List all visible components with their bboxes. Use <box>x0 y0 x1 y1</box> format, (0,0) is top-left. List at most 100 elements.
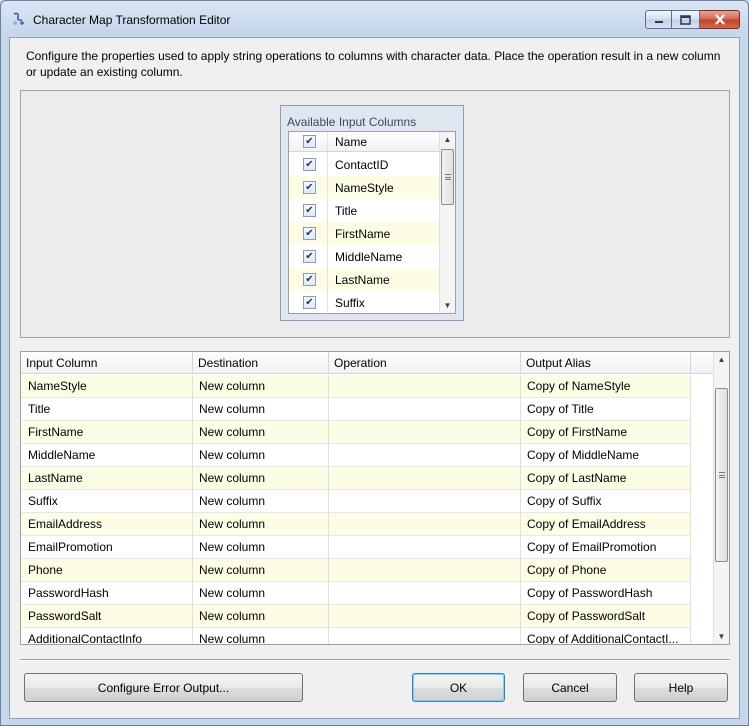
cell-operation[interactable] <box>329 375 521 398</box>
table-row[interactable]: EmailPromotion New column Copy of EmailP… <box>21 536 691 559</box>
cell-output-alias[interactable]: Copy of Suffix <box>521 490 691 513</box>
cell-destination[interactable]: New column <box>193 582 329 605</box>
cell-operation[interactable] <box>329 559 521 582</box>
cell-input-column[interactable]: PasswordSalt <box>21 605 193 628</box>
cell-output-alias[interactable]: Copy of Title <box>521 398 691 421</box>
cell-input-column[interactable]: MiddleName <box>21 444 193 467</box>
dialog-client: Configure the properties used to apply s… <box>9 37 740 719</box>
table-row[interactable]: EmailAddress New column Copy of EmailAdd… <box>21 513 691 536</box>
cell-output-alias[interactable]: Copy of Phone <box>521 559 691 582</box>
cell-destination[interactable]: New column <box>193 444 329 467</box>
cell-output-alias[interactable]: Copy of PasswordSalt <box>521 605 691 628</box>
header-operation[interactable]: Operation <box>329 352 521 374</box>
table-row[interactable]: LastName New column Copy of LastName <box>21 467 691 490</box>
cell-input-column[interactable]: Phone <box>21 559 193 582</box>
cell-destination[interactable]: New column <box>193 467 329 490</box>
cell-input-column[interactable]: LastName <box>21 467 193 490</box>
table-row[interactable]: Suffix New column Copy of Suffix <box>21 490 691 513</box>
cell-output-alias[interactable]: Copy of LastName <box>521 467 691 490</box>
cell-operation[interactable] <box>329 467 521 490</box>
transformation-grid[interactable]: Input Column Destination Operation Outpu… <box>20 351 730 645</box>
help-button[interactable]: Help <box>634 673 728 702</box>
cell-input-column[interactable]: FirstName <box>21 421 193 444</box>
table-row[interactable]: AdditionalContactInfo New column Copy of… <box>21 628 691 644</box>
cell-input-column[interactable]: Title <box>21 398 193 421</box>
cell-operation[interactable] <box>329 421 521 444</box>
cell-operation[interactable] <box>329 582 521 605</box>
available-input-columns-box[interactable]: Available Input Columns ✔ Name ✔ Contact… <box>280 105 464 321</box>
column-checkbox[interactable]: ✔ <box>303 296 316 309</box>
scroll-down-icon[interactable]: ▼ <box>440 298 455 313</box>
cell-operation[interactable] <box>329 513 521 536</box>
cell-output-alias[interactable]: Copy of EmailAddress <box>521 513 691 536</box>
close-icon <box>714 14 725 25</box>
cell-destination[interactable]: New column <box>193 605 329 628</box>
column-checkbox[interactable]: ✔ <box>303 250 316 263</box>
list-item[interactable]: ✔ FirstName <box>289 222 441 245</box>
table-row[interactable]: NameStyle New column Copy of NameStyle <box>21 375 691 398</box>
table-row[interactable]: MiddleName New column Copy of MiddleName <box>21 444 691 467</box>
scroll-up-icon[interactable]: ▲ <box>440 132 455 147</box>
configure-error-output-button[interactable]: Configure Error Output... <box>24 673 303 702</box>
list-item[interactable]: ✔ MiddleName <box>289 245 441 268</box>
cell-input-column[interactable]: AdditionalContactInfo <box>21 628 193 644</box>
cell-operation[interactable] <box>329 398 521 421</box>
table-row[interactable]: Phone New column Copy of Phone <box>21 559 691 582</box>
cell-destination[interactable]: New column <box>193 398 329 421</box>
cell-operation[interactable] <box>329 490 521 513</box>
cell-destination[interactable]: New column <box>193 536 329 559</box>
cell-operation[interactable] <box>329 628 521 644</box>
close-button[interactable] <box>700 10 740 29</box>
cell-destination[interactable]: New column <box>193 375 329 398</box>
cell-output-alias[interactable]: Copy of MiddleName <box>521 444 691 467</box>
cell-input-column[interactable]: PasswordHash <box>21 582 193 605</box>
list-item[interactable]: ✔ ContactID <box>289 153 441 176</box>
column-checkbox[interactable]: ✔ <box>303 227 316 240</box>
title-bar[interactable]: Character Map Transformation Editor <box>1 1 748 37</box>
cell-destination[interactable]: New column <box>193 559 329 582</box>
cell-output-alias[interactable]: Copy of EmailPromotion <box>521 536 691 559</box>
cell-operation[interactable] <box>329 444 521 467</box>
cell-input-column[interactable]: EmailAddress <box>21 513 193 536</box>
list-item[interactable]: ✔ NameStyle <box>289 176 441 199</box>
header-input-column[interactable]: Input Column <box>21 352 193 374</box>
scroll-thumb[interactable] <box>441 149 454 205</box>
header-output-alias[interactable]: Output Alias <box>521 352 691 374</box>
cancel-button[interactable]: Cancel <box>523 673 617 702</box>
column-checkbox[interactable]: ✔ <box>303 273 316 286</box>
available-columns-scrollbar[interactable]: ▲ ▼ <box>439 132 455 313</box>
cell-input-column[interactable]: EmailPromotion <box>21 536 193 559</box>
cell-destination[interactable]: New column <box>193 513 329 536</box>
cell-destination[interactable]: New column <box>193 421 329 444</box>
list-item[interactable]: ✔ Title <box>289 199 441 222</box>
grid-scrollbar[interactable]: ▲ ▼ <box>713 352 729 644</box>
list-item[interactable]: ✔ LastName <box>289 268 441 291</box>
column-checkbox[interactable]: ✔ <box>303 181 316 194</box>
maximize-button[interactable] <box>672 10 700 29</box>
available-columns-list[interactable]: ✔ Name ✔ ContactID ✔ NameStyle ✔ Title ✔… <box>288 131 456 314</box>
cell-destination[interactable]: New column <box>193 490 329 513</box>
cell-destination[interactable]: New column <box>193 628 329 644</box>
table-row[interactable]: Title New column Copy of Title <box>21 398 691 421</box>
scroll-thumb[interactable] <box>715 388 728 562</box>
cell-input-column[interactable]: Suffix <box>21 490 193 513</box>
minimize-button[interactable] <box>645 10 672 29</box>
scroll-up-icon[interactable]: ▲ <box>714 352 729 367</box>
cell-input-column[interactable]: NameStyle <box>21 375 193 398</box>
cell-operation[interactable] <box>329 605 521 628</box>
cell-operation[interactable] <box>329 536 521 559</box>
cell-output-alias[interactable]: Copy of FirstName <box>521 421 691 444</box>
table-row[interactable]: PasswordSalt New column Copy of Password… <box>21 605 691 628</box>
table-row[interactable]: PasswordHash New column Copy of Password… <box>21 582 691 605</box>
cell-output-alias[interactable]: Copy of PasswordHash <box>521 582 691 605</box>
column-checkbox[interactable]: ✔ <box>303 158 316 171</box>
table-row[interactable]: FirstName New column Copy of FirstName <box>21 421 691 444</box>
header-destination[interactable]: Destination <box>193 352 329 374</box>
ok-button[interactable]: OK <box>412 673 505 702</box>
scroll-down-icon[interactable]: ▼ <box>714 629 729 644</box>
cell-output-alias[interactable]: Copy of NameStyle <box>521 375 691 398</box>
select-all-checkbox[interactable]: ✔ <box>303 135 316 148</box>
column-checkbox[interactable]: ✔ <box>303 204 316 217</box>
list-item[interactable]: ✔ Suffix <box>289 291 441 313</box>
cell-output-alias[interactable]: Copy of AdditionalContactI... <box>521 628 691 644</box>
